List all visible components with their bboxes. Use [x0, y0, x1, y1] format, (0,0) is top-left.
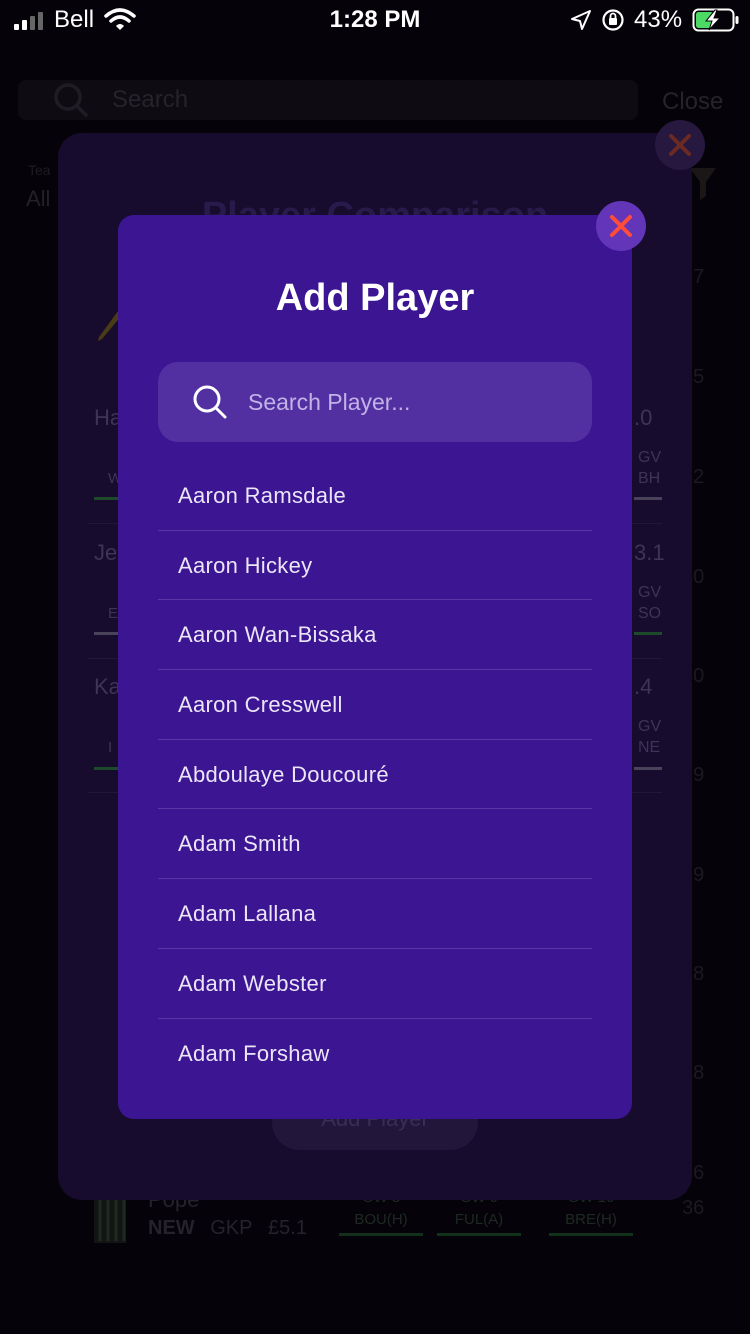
list-item[interactable]: Adam Lallana — [158, 879, 592, 949]
list-item[interactable]: Aaron Hickey — [158, 531, 592, 601]
background-search-bar — [18, 80, 638, 120]
comparison-close-button — [655, 120, 705, 170]
form-bar — [94, 497, 118, 500]
player-points: 36 — [682, 1197, 705, 1219]
list-item[interactable]: Aaron Ramsdale — [158, 461, 592, 531]
player-name: Adam Smith — [178, 831, 301, 857]
background-team-value: All — [26, 186, 51, 211]
comparison-fixture-right: GV NE — [638, 718, 662, 756]
list-item[interactable]: Adam Smith — [158, 809, 592, 880]
comparison-player-name: Ka — [94, 674, 121, 699]
add-player-modal: Add Player Aaron Ramsdale Aaron Hickey A… — [118, 201, 646, 1119]
list-item[interactable]: Abdoulaye Doucouré — [158, 740, 592, 810]
list-item[interactable]: Aaron Cresswell — [158, 670, 592, 740]
search-icon — [193, 385, 227, 419]
close-icon — [610, 215, 632, 237]
form-bar — [634, 497, 662, 500]
background-team-label: Tea — [28, 162, 51, 178]
battery-percentage: 43% — [634, 6, 683, 33]
modal-title: Add Player — [275, 277, 475, 319]
background-search-placeholder: Search — [112, 86, 189, 113]
player-status: NEW GKP £5.1 — [148, 1217, 307, 1239]
comparison-player-value: .4 — [634, 674, 653, 699]
player-name: Adam Webster — [178, 970, 327, 996]
close-icon — [669, 134, 691, 156]
form-bar — [94, 767, 118, 770]
player-list: Aaron Ramsdale Aaron Hickey Aaron Wan-Bi… — [158, 461, 592, 1088]
filter-icon — [690, 168, 716, 200]
comparison-player-name: Je — [94, 540, 118, 565]
background-close-link: Close — [662, 88, 724, 115]
comparison-fixture-left: E — [108, 605, 119, 622]
player-name: Aaron Ramsdale — [178, 483, 347, 508]
close-button[interactable] — [596, 201, 646, 251]
rotation-lock-icon — [602, 9, 624, 31]
comparison-fixture-left: I — [108, 739, 113, 756]
comparison-fixture-right: GV BH — [638, 449, 662, 487]
player-name: Adam Forshaw — [178, 1040, 330, 1066]
comparison-fixture-right: GV SO — [638, 584, 662, 622]
comparison-player-value: 3.1 — [634, 540, 665, 565]
comparison-player-value: .0 — [634, 405, 653, 430]
location-arrow-icon — [571, 10, 591, 30]
form-bar — [634, 632, 662, 635]
player-name: Aaron Hickey — [178, 552, 313, 578]
player-name: Aaron Wan-Bissaka — [178, 622, 377, 648]
battery-charging-icon — [692, 8, 739, 32]
player-name: Adam Lallana — [178, 901, 317, 927]
search-box — [158, 362, 592, 442]
form-bar — [94, 632, 118, 635]
list-item[interactable]: Adam Forshaw — [158, 1019, 592, 1089]
status-bar: Bell 1:28 PM 43% — [0, 0, 750, 40]
search-icon — [54, 83, 88, 117]
player-name: Aaron Cresswell — [178, 692, 343, 718]
player-name: Abdoulaye Doucouré — [178, 761, 389, 787]
list-item[interactable]: Aaron Wan-Bissaka — [158, 600, 592, 671]
search-input[interactable] — [248, 362, 578, 442]
list-item[interactable]: Adam Webster — [158, 949, 592, 1019]
form-bar — [634, 767, 662, 770]
